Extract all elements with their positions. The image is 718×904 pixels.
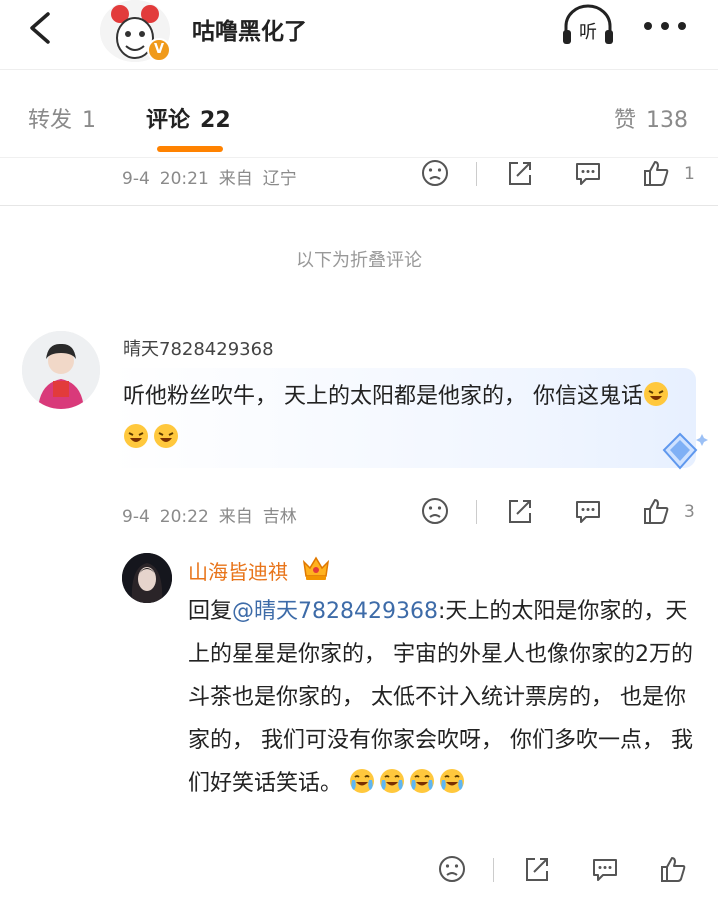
reply-actions-row: [0, 852, 718, 892]
tab-count: 1: [82, 108, 97, 133]
comment-icon[interactable]: [573, 158, 603, 188]
comment-date: 9-4: [122, 507, 150, 527]
share-icon[interactable]: [505, 158, 535, 188]
reply-text: 回复@晴天7828429368:天上的太阳是你家的，天上的星星是你家的， 宇宙的…: [188, 590, 698, 805]
tab-count: 22: [200, 108, 231, 133]
comment-date: 9-4: [122, 169, 150, 189]
laugh-cry-emoji-icon: [124, 424, 148, 448]
like-icon[interactable]: [641, 158, 671, 188]
comment-time: 20:21: [159, 169, 209, 189]
comment-from: 来自: [218, 169, 253, 189]
commenter-avatar[interactable]: [22, 331, 100, 409]
mention-link[interactable]: @晴天7828429368: [232, 599, 438, 624]
tab-count: 138: [646, 108, 689, 133]
crown-badge-icon: [302, 556, 330, 580]
back-arrow-icon[interactable]: [20, 8, 60, 48]
like-count: 3: [684, 502, 695, 522]
comment-actions-row: 9-4 20:22 来自 吉林 3: [0, 494, 718, 534]
tab-reposts[interactable]: 转发 1: [28, 102, 96, 134]
replier-name[interactable]: 山海皆迪祺: [188, 556, 288, 585]
author-name[interactable]: 咕噜黑化了: [192, 12, 307, 46]
listen-icon[interactable]: 听: [560, 4, 616, 48]
comment-icon[interactable]: [590, 854, 620, 884]
top-bar: V 咕噜黑化了 听: [0, 0, 718, 70]
tab-label: 赞: [614, 108, 637, 133]
listen-label: 听: [579, 22, 597, 43]
dislike-face-icon[interactable]: [420, 496, 450, 526]
section-divider: [0, 205, 718, 206]
comment-text: 听他粉丝吹牛， 天上的太阳都是他家的， 你信这鬼话: [123, 376, 683, 460]
tab-label: 转发: [28, 108, 73, 133]
divider: [476, 500, 477, 524]
comment-meta: 9-4 20:21 来自 辽宁: [122, 164, 307, 189]
share-icon[interactable]: [505, 496, 535, 526]
dislike-face-icon[interactable]: [437, 854, 467, 884]
comment-icon[interactable]: [573, 496, 603, 526]
comment-actions-row: 9-4 20:21 来自 辽宁 1: [0, 156, 718, 196]
comment-from: 来自: [218, 507, 253, 527]
laugh-cry-emoji-icon: [154, 424, 178, 448]
replier-avatar[interactable]: [122, 553, 172, 603]
tab-label: 评论: [146, 108, 191, 133]
crying-laughing-emoji-icon: [380, 769, 405, 793]
tab-bar: 转发 1 评论 22 赞 138: [0, 70, 718, 158]
reply-prefix: 回复: [188, 599, 233, 624]
active-tab-indicator: [157, 146, 223, 152]
comment-location: 吉林: [262, 507, 297, 527]
laugh-cry-emoji-icon: [644, 382, 668, 406]
tab-comments[interactable]: 评论 22: [146, 102, 231, 134]
crying-laughing-emoji-icon: [410, 769, 435, 793]
reply-body: :天上的太阳是你家的，天上的星星是你家的， 宇宙的外星人也像你家的2万的斗茶也是…: [188, 599, 693, 796]
verified-badge-icon: V: [147, 38, 171, 62]
emoji-group: [349, 769, 469, 796]
like-icon[interactable]: [658, 854, 688, 884]
tab-likes[interactable]: 赞 138: [614, 102, 688, 134]
diamond-decoration-icon: [662, 432, 708, 470]
divider: [493, 858, 494, 882]
like-icon[interactable]: [641, 496, 671, 526]
comment-body: 听他粉丝吹牛， 天上的太阳都是他家的， 你信这鬼话: [123, 384, 643, 409]
dislike-face-icon[interactable]: [420, 158, 450, 188]
like-count: 1: [684, 164, 695, 184]
folded-comments-label: 以下为折叠评论: [296, 250, 422, 271]
more-icon[interactable]: [640, 4, 690, 48]
commenter-name[interactable]: 晴天7828429368: [123, 335, 274, 361]
share-icon[interactable]: [522, 854, 552, 884]
crying-laughing-emoji-icon: [350, 769, 375, 793]
crying-laughing-emoji-icon: [440, 769, 465, 793]
divider: [476, 162, 477, 186]
comment-meta: 9-4 20:22 来自 吉林: [122, 502, 307, 527]
comment-location: 辽宁: [262, 169, 297, 189]
comment-time: 20:22: [159, 507, 209, 527]
